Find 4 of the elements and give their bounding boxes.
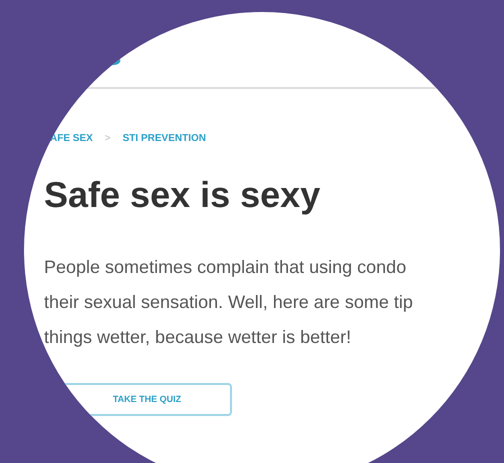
intro-paragraph: People sometimes complain that using condo their sexual sensation. Well, here are some tip things wetter, because wetter is better! [44,256,413,349]
page-heading: Safe sex is sexy [44,174,320,216]
breadcrumb-link[interactable]: STI PREVENTION [122,131,206,146]
breadcrumb-separator: > [104,132,111,146]
